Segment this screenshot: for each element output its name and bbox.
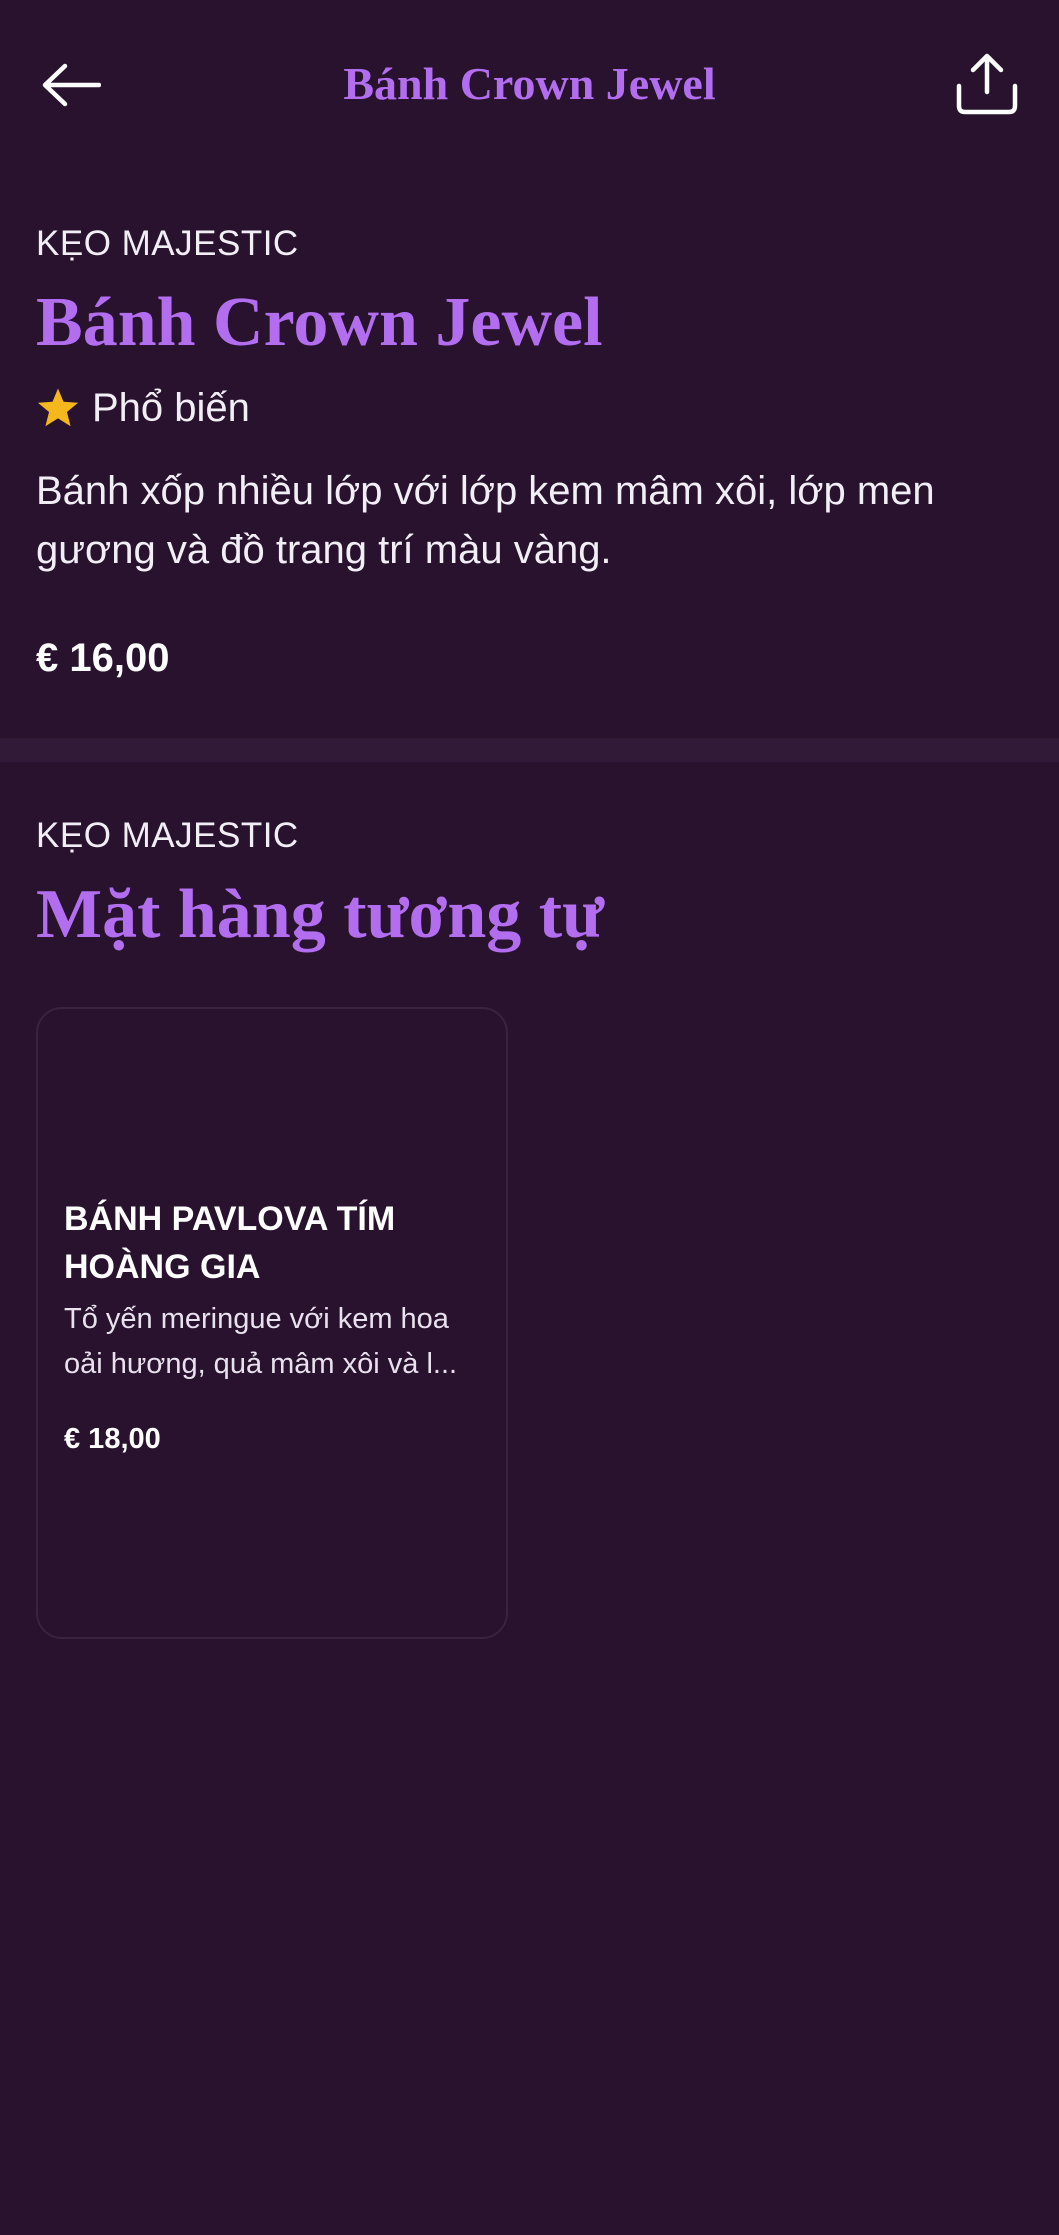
product-price: € 16,00 (36, 636, 170, 680)
similar-heading: Mặt hàng tương tự (36, 876, 605, 953)
badge-label: Phổ biến (92, 386, 250, 430)
product-name: Bánh Crown Jewel (36, 284, 603, 361)
popular-badge: Phổ biến (36, 380, 250, 436)
star-icon (37, 388, 79, 427)
product-brand: KẸO MAJESTIC (36, 224, 299, 263)
section-divider (0, 738, 1059, 762)
card-item-description: Tổ yến meringue với kem hoa oải hương, q… (64, 1303, 458, 1380)
similar-brand: KẸO MAJESTIC (36, 816, 299, 855)
product-detail: KẸO MAJESTIC Bánh Crown Jewel Phổ biến B… (0, 0, 1059, 738)
product-description: Bánh xốp nhiều lớp với lớp kem mâm xôi, … (36, 469, 935, 572)
card-item-name: BÁNH PAVLOVA TÍM HOÀNG GIA (64, 1200, 396, 1286)
card-item-price: € 18,00 (64, 1423, 161, 1455)
similar-item-card[interactable]: BÁNH PAVLOVA TÍM HOÀNG GIA Tổ yến mering… (36, 1007, 508, 1639)
